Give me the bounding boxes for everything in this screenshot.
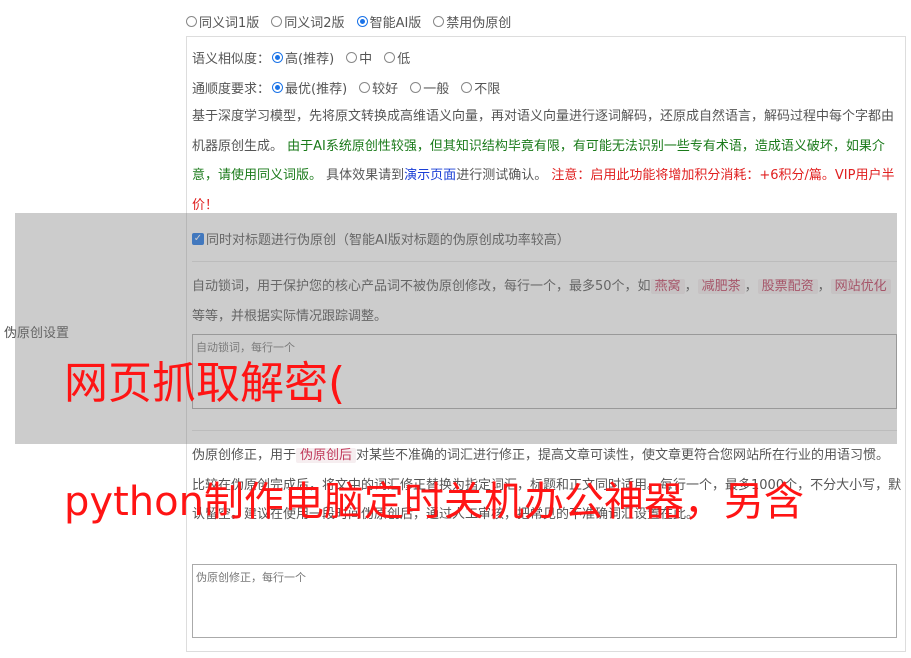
fluency-best[interactable]: 最优(推荐) (272, 78, 347, 97)
example-tag: 伪原创后 (296, 448, 357, 463)
similarity-row: 语义相似度： 高(推荐) 中 低 (192, 48, 422, 67)
correction-textarea[interactable]: 伪原创修正，每行一个 (192, 564, 897, 638)
radio-icon (433, 16, 445, 27)
ai-description: 基于深度学习模型，先将原文转换成高维语义向量，再对语义向量进行逐词解码，还原成自… (192, 109, 895, 213)
radio-icon (186, 16, 197, 27)
placeholder-text: 伪原创修正，每行一个 (196, 571, 306, 584)
radio-checked-icon (356, 16, 368, 27)
similarity-high[interactable]: 高(推荐) (272, 48, 334, 67)
similarity-label: 语义相似度： (192, 52, 271, 67)
radio-icon (384, 52, 396, 63)
mode-option-synonym1[interactable]: 同义词1版 (186, 12, 259, 31)
fluency-unlimited[interactable]: 不限 (461, 78, 500, 97)
similarity-medium[interactable]: 中 (346, 48, 372, 67)
gray-overlay (15, 213, 897, 444)
radio-icon (346, 52, 358, 63)
similarity-low[interactable]: 低 (384, 48, 410, 67)
watermark-line-2: python制作电脑定时关机办公神器，另含 (64, 479, 804, 525)
fluency-good[interactable]: 较好 (359, 78, 398, 97)
mode-option-synonym2[interactable]: 同义词2版 (271, 12, 345, 31)
demo-page-link[interactable]: 演示页面 (404, 168, 456, 183)
mode-option-disable[interactable]: 禁用伪原创 (433, 12, 511, 31)
radio-icon (461, 82, 473, 93)
radio-icon (359, 82, 371, 93)
radio-checked-icon (272, 52, 284, 63)
fluency-normal[interactable]: 一般 (410, 78, 449, 97)
fluency-label: 通顺度要求： (192, 82, 271, 97)
mode-radio-group: 同义词1版 同义词2版 智能AI版 禁用伪原创 (186, 12, 523, 31)
radio-icon (271, 16, 283, 27)
radio-checked-icon (272, 82, 284, 93)
mode-option-ai[interactable]: 智能AI版 (356, 12, 421, 31)
radio-icon (410, 82, 422, 93)
watermark-line-1: 网页抓取解密( (64, 358, 346, 409)
fluency-row: 通顺度要求： 最优(推荐) 较好 一般 不限 (192, 78, 512, 97)
